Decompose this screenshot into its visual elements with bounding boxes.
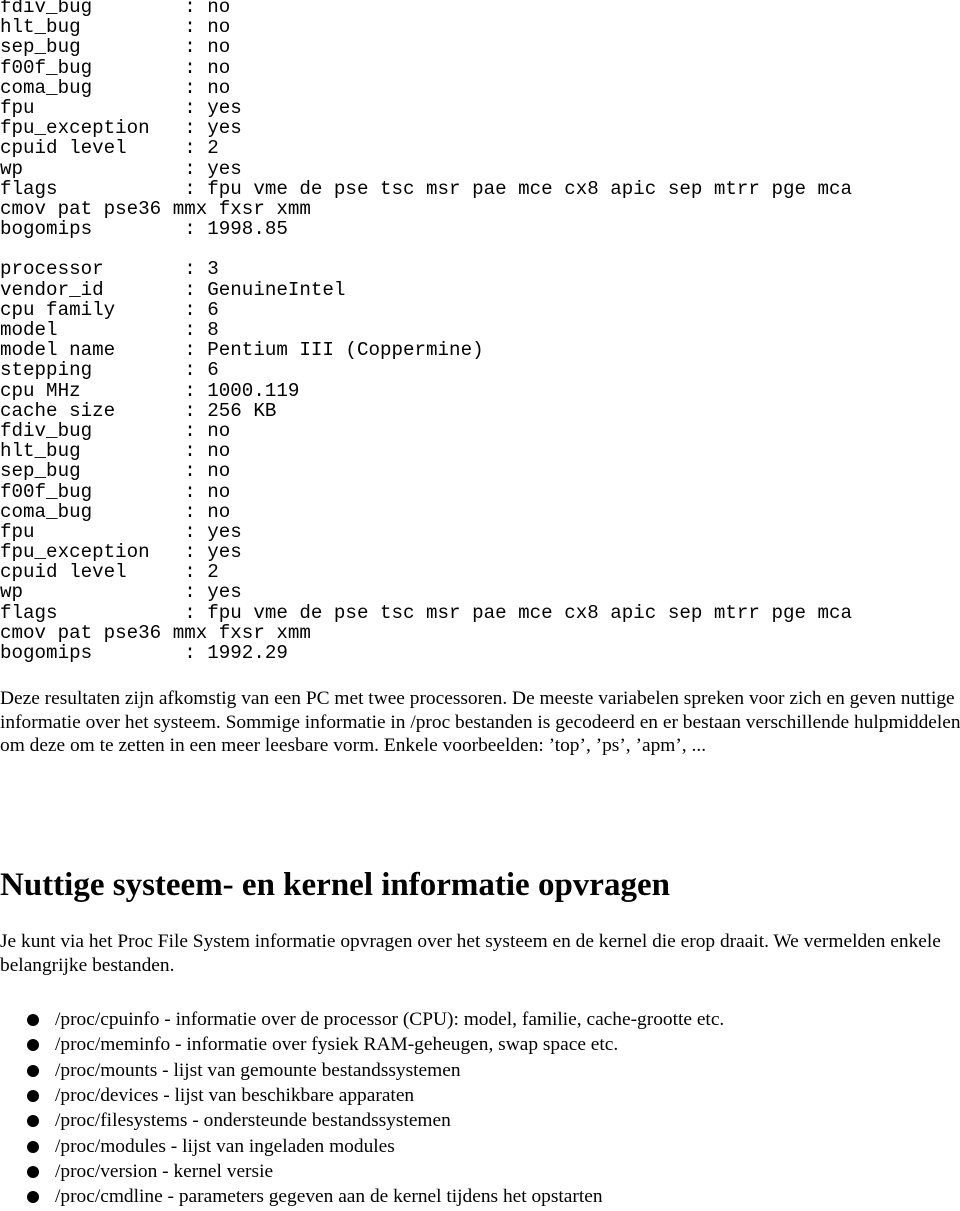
code-line: coma_bug : no	[0, 500, 231, 523]
bullet-icon	[27, 1014, 39, 1026]
section-heading: Nuttige systeem- en kernel informatie op…	[0, 867, 670, 903]
list-item-text: /proc/cmdline - parameters gegeven aan d…	[55, 1186, 603, 1208]
code-line: fdiv_bug : no	[0, 419, 231, 442]
bullet-icon	[27, 1191, 39, 1204]
bullet-icon	[27, 1039, 39, 1052]
code-line: fdiv_bug : no	[0, 0, 231, 18]
proc-file-list: /proc/cpuinfo - informatie over de proce…	[0, 1007, 724, 1210]
code-line: cache size : 256 KB	[0, 399, 277, 422]
code-line: cpu MHz : 1000.119	[0, 379, 300, 402]
results-paragraph: Deze resultaten zijn afkomstig van een P…	[0, 688, 960, 757]
list-item-text: /proc/devices - lijst van beschikbare ap…	[55, 1085, 415, 1107]
bullet-icon	[27, 1064, 39, 1077]
code-line: flags : fpu vme de pse tsc msr pae mce c…	[0, 177, 853, 200]
list-item-text: /proc/meminfo - informatie over fysiek R…	[55, 1034, 619, 1056]
code-line: model name : Pentium III (Coppermine)	[0, 339, 484, 362]
list-item: /proc/devices - lijst van beschikbare ap…	[0, 1083, 724, 1108]
code-line: fpu_exception : yes	[0, 117, 242, 140]
list-item: /proc/filesystems - ondersteunde bestand…	[0, 1108, 724, 1133]
code-line: cpuid level : 2	[0, 561, 219, 584]
code-line: flags : fpu vme de pse tsc msr pae mce c…	[0, 601, 853, 624]
code-line: bogomips : 1998.85	[0, 218, 288, 241]
list-item-text: /proc/modules - lijst van ingeladen modu…	[55, 1135, 395, 1157]
intro-paragraph: Je kunt via het Proc File System informa…	[0, 931, 941, 976]
list-item-text: /proc/mounts - lijst van gemounte bestan…	[55, 1059, 461, 1081]
code-line: stepping : 6	[0, 359, 219, 382]
code-line: fpu : yes	[0, 520, 242, 543]
code-line: f00f_bug : no	[0, 56, 231, 79]
list-item-text: /proc/version - kernel versie	[55, 1161, 274, 1183]
list-item: /proc/cmdline - parameters gegeven aan d…	[0, 1184, 724, 1209]
code-line: bogomips : 1992.29	[0, 642, 288, 664]
bullet-icon	[27, 1090, 39, 1103]
code-line: sep_bug : no	[0, 460, 231, 483]
code-line: fpu : yes	[0, 96, 242, 119]
list-item: /proc/mounts - lijst van gemounte bestan…	[0, 1058, 724, 1083]
code-line: cmov pat pse36 mmx fxsr xmm	[0, 621, 311, 644]
code-line: cpuid level : 2	[0, 137, 219, 160]
code-line: f00f_bug : no	[0, 480, 231, 503]
bullet-icon	[27, 1115, 39, 1128]
code-line: cpu family : 6	[0, 298, 219, 321]
code-line: hlt_bug : no	[0, 16, 231, 39]
code-line: cmov pat pse36 mmx fxsr xmm	[0, 197, 311, 220]
code-line: vendor_id : GenuineIntel	[0, 278, 346, 301]
code-line: hlt_bug : no	[0, 440, 231, 463]
code-line: wp : yes	[0, 581, 242, 604]
code-line: wp : yes	[0, 157, 242, 180]
code-line: processor : 3	[0, 258, 219, 281]
list-item: /proc/meminfo - informatie over fysiek R…	[0, 1032, 724, 1057]
code-line: coma_bug : no	[0, 76, 231, 99]
list-item: /proc/cpuinfo - informatie over de proce…	[0, 1007, 724, 1032]
cpuinfo-output: fdiv_bug : no hlt_bug : no sep_bug : no f00…	[0, 0, 852, 663]
bullet-icon	[27, 1140, 39, 1153]
list-item: /proc/modules - lijst van ingeladen modu…	[0, 1134, 724, 1159]
list-item-text: /proc/filesystems - ondersteunde bestand…	[55, 1110, 451, 1132]
code-line: sep_bug : no	[0, 36, 231, 59]
bullet-icon	[27, 1166, 39, 1179]
code-line: fpu_exception : yes	[0, 541, 242, 564]
list-item: /proc/version - kernel versie	[0, 1159, 724, 1184]
list-item-text: /proc/cpuinfo - informatie over de proce…	[55, 1009, 725, 1030]
code-line: model : 8	[0, 319, 219, 341]
